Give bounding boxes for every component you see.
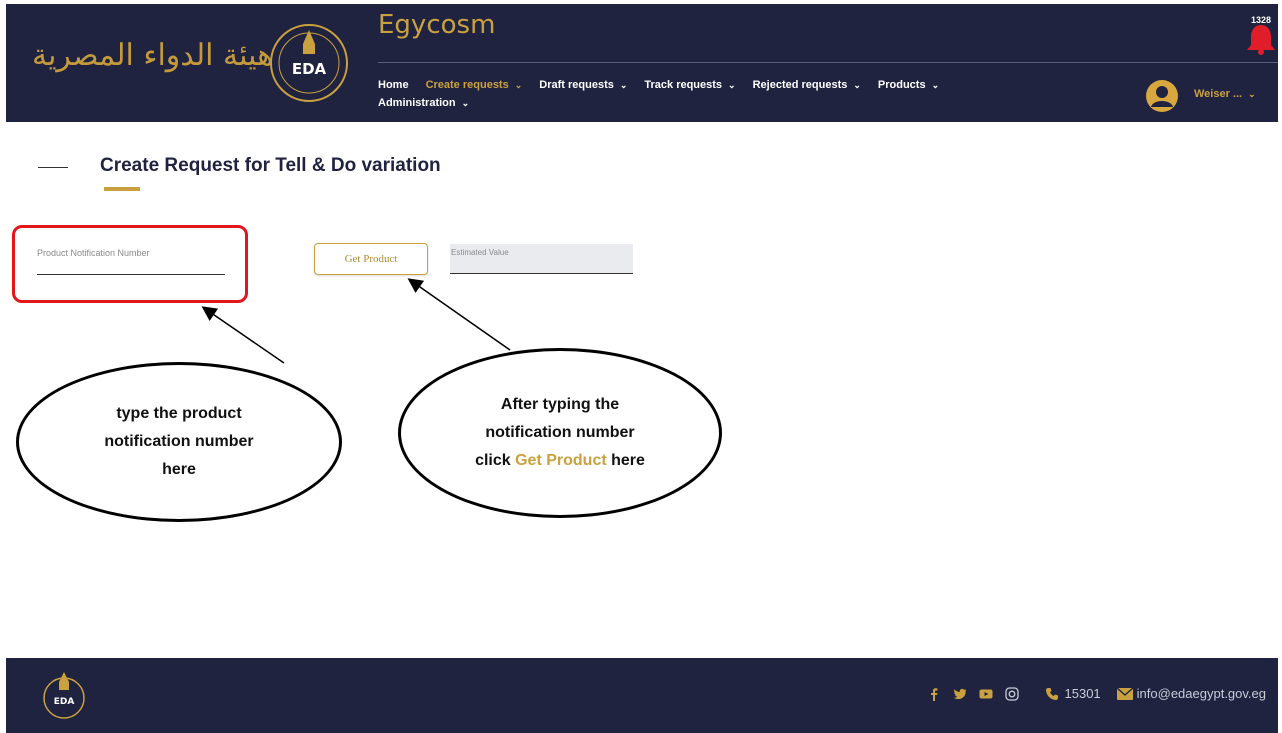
chevron-down-icon: ⌄ [728, 79, 736, 90]
chevron-down-icon: ⌄ [514, 79, 523, 90]
arrow-to-get-product [407, 278, 511, 351]
footer-phone[interactable]: 15301 [1045, 686, 1101, 701]
user-name-label: Weiser ... [1194, 88, 1243, 100]
nav-products[interactable]: Products ⌄ [878, 79, 939, 91]
header-divider [378, 62, 1278, 63]
product-notification-input[interactable] [37, 256, 225, 275]
callout-text: here [606, 452, 645, 469]
nav-label: Administration [378, 97, 456, 109]
callout-text: click [475, 452, 516, 469]
callout-highlight: Get Product [515, 452, 607, 469]
callout-text: here [162, 461, 196, 478]
phone-icon [1045, 687, 1058, 700]
arrow-to-input [201, 306, 285, 364]
chevron-down-icon: ⌄ [461, 97, 470, 108]
nav-draft-requests[interactable]: Draft requests ⌄ [539, 79, 627, 91]
chevron-down-icon: ⌄ [1248, 89, 1256, 99]
phone-number: 15301 [1064, 686, 1101, 701]
app-title[interactable]: Egycosm [378, 10, 495, 40]
twitter-icon[interactable] [953, 687, 967, 701]
arabic-logo-text: هيئة الدواء المصرية [32, 38, 274, 73]
callout-text: type the product [116, 405, 242, 422]
nav-label: Rejected requests [752, 79, 848, 91]
nav-track-requests[interactable]: Track requests ⌄ [644, 79, 735, 91]
chevron-down-icon: ⌄ [619, 79, 628, 90]
top-header: هيئة الدواء المصرية EDA Egycosm Home Cre… [6, 4, 1278, 122]
nav-label: Home [378, 79, 409, 91]
notification-count-badge: 1328 [1250, 15, 1272, 25]
callout-text-line3: click Get Product here [475, 447, 645, 475]
chevron-down-icon: ⌄ [931, 79, 940, 90]
instagram-icon[interactable] [1004, 686, 1019, 701]
nav-label: Create requests [425, 79, 509, 91]
nav-create-requests[interactable]: Create requests ⌄ [426, 79, 523, 91]
footer-email[interactable]: info@edaegypt.gov.eg [1116, 686, 1266, 701]
user-menu[interactable]: Weiser ... ⌄ [1194, 88, 1256, 100]
callout-bubble-input: type the product notification number her… [16, 362, 342, 522]
main-nav: Home Create requests ⌄ Draft requests ⌄ Tr… [378, 76, 1098, 112]
footer: EDA 15301 info@edaegypt.gov.eg [6, 658, 1278, 733]
callout-text: After typing the [500, 396, 620, 413]
nav-label: Draft requests [539, 79, 614, 91]
callout-text: notification number [485, 424, 635, 441]
footer-eda-label: EDA [54, 697, 75, 707]
eda-logo[interactable]: EDA [268, 22, 350, 104]
nav-label: Products [877, 79, 926, 91]
callout-text: notification number [104, 433, 254, 450]
page-title: Create Request for Tell & Do variation [100, 155, 441, 176]
facebook-icon[interactable] [927, 687, 941, 701]
title-underline [104, 187, 140, 191]
mail-icon [1116, 687, 1133, 700]
get-product-button[interactable]: Get Product [314, 243, 428, 275]
nav-home[interactable]: Home [378, 79, 409, 91]
estimated-value-label: Estimated Value [451, 248, 509, 257]
chevron-down-icon: ⌄ [853, 79, 861, 90]
youtube-icon[interactable] [979, 687, 993, 701]
footer-eda-logo[interactable]: EDA [36, 668, 92, 724]
user-avatar-icon[interactable] [1146, 80, 1178, 112]
title-decoration-line [38, 167, 68, 168]
email-address: info@edaegypt.gov.eg [1136, 686, 1266, 701]
footer-contact: 15301 info@edaegypt.gov.eg [927, 686, 1266, 701]
callout-bubble-get-product: After typing the notification number cli… [398, 348, 722, 518]
nav-administration[interactable]: Administration ⌄ [378, 97, 469, 109]
nav-rejected-requests[interactable]: Rejected requests ⌄ [753, 79, 861, 91]
nav-label: Track requests [644, 79, 723, 91]
eda-logo-label: EDA [292, 60, 327, 78]
notification-bell-icon[interactable] [1244, 22, 1278, 56]
